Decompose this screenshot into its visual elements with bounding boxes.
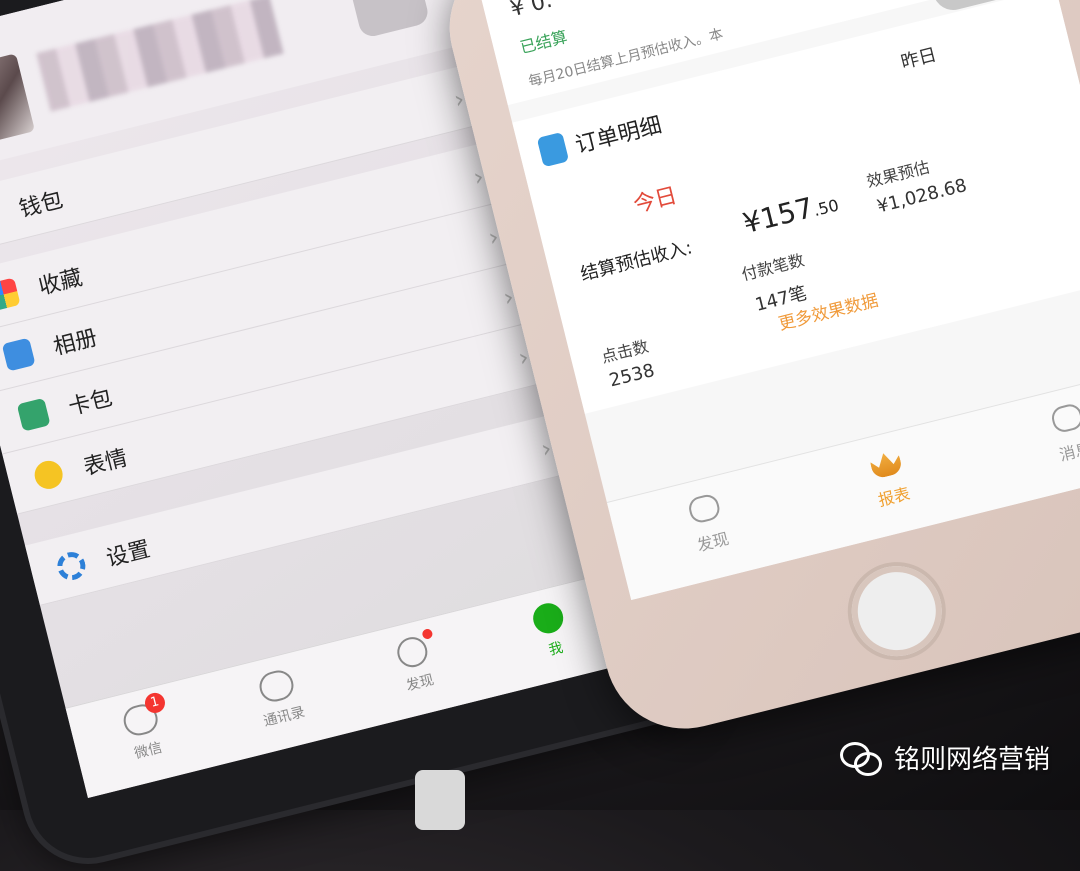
discover-icon bbox=[686, 492, 723, 525]
blurred-username bbox=[36, 0, 284, 112]
tab-today[interactable]: 今日 bbox=[630, 178, 680, 220]
emoji-icon bbox=[31, 457, 66, 492]
new-dot bbox=[421, 627, 434, 641]
home-button[interactable] bbox=[842, 556, 952, 666]
watermark-text: 铭则网络营销 bbox=[893, 745, 1050, 775]
wallet-icon bbox=[0, 199, 2, 234]
wechat-logo-icon bbox=[839, 741, 882, 776]
tab-contacts[interactable]: 通讯录 bbox=[202, 641, 360, 764]
tab-report[interactable]: 报表 bbox=[788, 413, 993, 555]
menu-item-label: 表情 bbox=[81, 445, 130, 481]
card-pack-icon bbox=[16, 397, 51, 432]
menu-item-label: 钱包 bbox=[16, 187, 66, 223]
photo-scene: 钱包 › 收藏 › 相册 › 卡包 › 表情 › 设置 › 1 微信 通讯录 发… bbox=[0, 0, 1080, 871]
wechat-tab-bar: 1 微信 通讯录 发现 我 bbox=[65, 572, 632, 798]
menu-item-label: 设置 bbox=[103, 536, 153, 572]
settled-label: 已结算 bbox=[518, 27, 570, 58]
tab-discover[interactable]: 发现 bbox=[337, 607, 495, 730]
favorites-icon bbox=[0, 276, 21, 311]
gear-icon bbox=[54, 548, 89, 583]
avatar[interactable] bbox=[0, 53, 36, 151]
compass-icon bbox=[394, 633, 431, 671]
report-tab-bar: 发现 报表 消息 bbox=[606, 366, 1080, 601]
tab-discover[interactable]: 发现 bbox=[607, 458, 812, 600]
watermark: 铭则网络营销 bbox=[839, 739, 1050, 776]
settle-main: ¥157 bbox=[739, 190, 817, 241]
tab-yesterday[interactable]: 昨日 bbox=[898, 40, 939, 74]
order-header[interactable]: 订单明细 bbox=[536, 107, 664, 168]
menu-item-label: 收藏 bbox=[36, 264, 85, 300]
report-screen: ¥ 0. 已结算 每月20日结算上月预估收入。本 订单明细 昨日 今日 结算预估… bbox=[481, 0, 1080, 601]
settle-cents: .50 bbox=[811, 195, 841, 221]
settle-estimate-value: ¥157.50 bbox=[740, 185, 842, 240]
charging-cable bbox=[415, 770, 465, 830]
settle-estimate-label: 结算预估收入: bbox=[578, 237, 695, 286]
album-icon bbox=[1, 337, 36, 372]
report-crown-icon bbox=[868, 447, 903, 479]
message-icon bbox=[1049, 401, 1080, 435]
contacts-icon bbox=[256, 667, 297, 705]
order-list-icon bbox=[536, 131, 570, 168]
menu-item-label: 相册 bbox=[51, 325, 100, 360]
tab-chats[interactable]: 1 微信 bbox=[66, 675, 224, 798]
menu-item-label: 卡包 bbox=[66, 385, 115, 421]
settled-amount: ¥ 0. bbox=[507, 0, 555, 23]
assistive-touch-icon[interactable] bbox=[345, 0, 431, 39]
person-icon bbox=[529, 600, 567, 637]
order-title: 订单明细 bbox=[572, 113, 665, 159]
